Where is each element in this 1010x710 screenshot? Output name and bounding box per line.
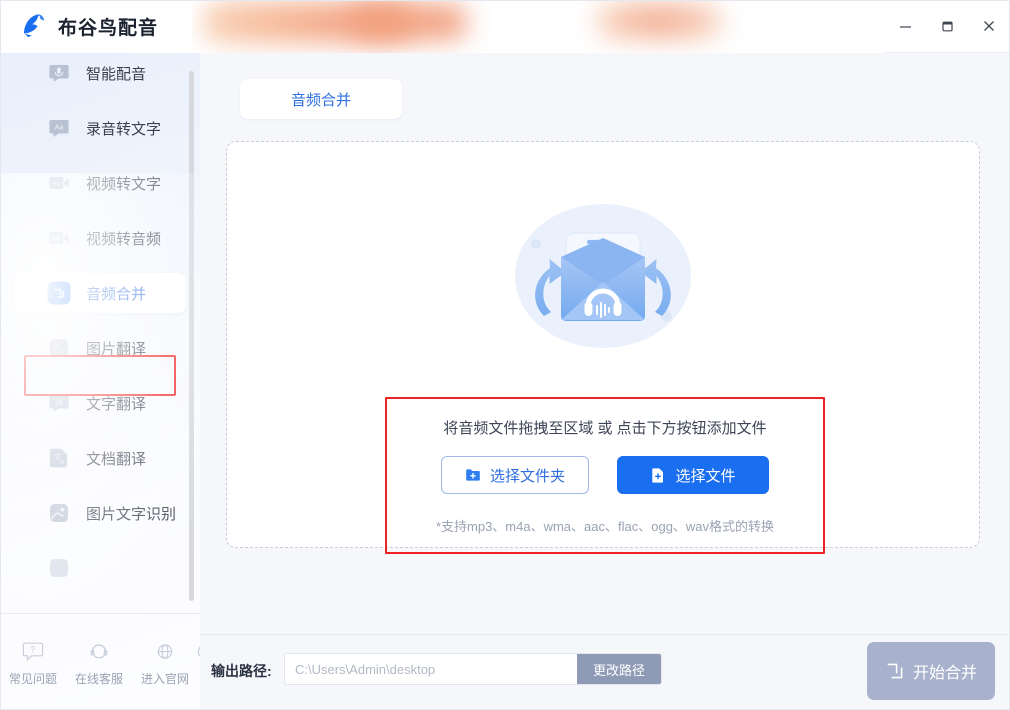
sidebar-nav: 智能配音 Aa 录音转文字 Aa 视频转文字 视频转音频 音频合并 文 A 图片… bbox=[0, 53, 200, 608]
svg-text:Aa: Aa bbox=[55, 122, 64, 131]
output-path-group: 更改路径 bbox=[284, 653, 662, 685]
maximize-icon bbox=[941, 20, 954, 33]
sidebar-item-clipped[interactable] bbox=[14, 548, 186, 588]
sidebar-item-video-to-text[interactable]: Aa 视频转文字 bbox=[14, 163, 186, 203]
maximize-button[interactable] bbox=[926, 9, 968, 43]
svg-text:Aa: Aa bbox=[52, 180, 60, 187]
cta-block: 将音频文件拖拽至区域 或 点击下方按钮添加文件 选择文件夹 选择文件 *支持mp… bbox=[387, 399, 823, 552]
dropzone-buttons: 选择文件夹 选择文件 bbox=[441, 456, 769, 494]
blur-smudge-3 bbox=[597, 3, 722, 38]
sidebar-divider bbox=[0, 613, 200, 614]
application-window: 布谷鸟配音 智能配音 Aa 录音转文字 Aa 视频转文字 视频转音频 音频合并 … bbox=[0, 0, 1010, 710]
sidebar-item-label: 文档翻译 bbox=[86, 450, 147, 468]
supported-formats-note: *支持mp3、m4a、wma、aac、flac、ogg、wav格式的转换 bbox=[435, 519, 775, 534]
footer-item-official-site[interactable]: 进入官网 bbox=[132, 639, 198, 687]
svg-text:?: ? bbox=[30, 645, 35, 655]
audio-merge-illustration-icon bbox=[503, 198, 703, 358]
aa-bubble-icon: Aa bbox=[46, 115, 72, 141]
tab-audio-merge[interactable]: 音频合并 bbox=[240, 79, 402, 119]
sidebar-item-text-translate[interactable]: 译 文字翻译 bbox=[14, 383, 186, 423]
change-path-button[interactable]: 更改路径 bbox=[577, 654, 661, 684]
footer-item-faq[interactable]: ? 常见问题 bbox=[0, 639, 66, 687]
footer-item-label: 进入官网 bbox=[140, 672, 189, 686]
mic-bubble-icon bbox=[46, 60, 72, 86]
aa-video-icon: Aa bbox=[46, 170, 72, 196]
choose-file-button[interactable]: 选择文件 bbox=[617, 456, 769, 494]
tab-bar: 音频合并 bbox=[240, 79, 402, 119]
choose-folder-button[interactable]: 选择文件夹 bbox=[441, 456, 589, 494]
folder-plus-icon bbox=[465, 467, 481, 483]
sidebar-item-label: 音频合并 bbox=[86, 285, 147, 303]
question-bubble-icon: ? bbox=[20, 639, 46, 665]
sidebar-item-video-to-audio[interactable]: 视频转音频 bbox=[14, 218, 186, 258]
blurred-title-region bbox=[192, 0, 884, 53]
brand-area: 布谷鸟配音 bbox=[0, 0, 192, 53]
minimize-icon bbox=[899, 20, 912, 33]
image-translate-icon: 文 A bbox=[46, 335, 72, 361]
main-content: 音频合并 将音频文件拖拽至区域 或 点击下方按钮添加文件 选择文件夹 选择文件 … bbox=[200, 53, 1010, 710]
svg-text:译: 译 bbox=[55, 398, 63, 407]
headset-icon bbox=[86, 639, 112, 665]
cuckoo-bird-logo-icon bbox=[18, 11, 48, 41]
doc-translate-icon: 文 A bbox=[46, 445, 72, 471]
blur-smudge-2 bbox=[352, 3, 467, 40]
sidebar-item-document-translate[interactable]: 文 A 文档翻译 bbox=[14, 438, 186, 478]
output-path-input[interactable] bbox=[285, 654, 577, 684]
sidebar-footer: ? 常见问题 在线客服 进入官网 bbox=[0, 625, 200, 710]
merge-icon bbox=[46, 280, 72, 306]
sidebar-item-label: 图片翻译 bbox=[86, 340, 147, 358]
footer-item-online-support[interactable]: 在线客服 bbox=[66, 639, 132, 687]
sidebar-item-label: 录音转文字 bbox=[86, 120, 162, 138]
footer-item-label: 常见问题 bbox=[8, 672, 57, 686]
sidebar-item-image-translate[interactable]: 文 A 图片翻译 bbox=[14, 328, 186, 368]
close-icon bbox=[982, 19, 996, 33]
sidebar: 智能配音 Aa 录音转文字 Aa 视频转文字 视频转音频 音频合并 文 A 图片… bbox=[0, 53, 200, 710]
annotation-box-cta: 将音频文件拖拽至区域 或 点击下方按钮添加文件 选择文件夹 选择文件 *支持mp… bbox=[385, 397, 825, 554]
sidebar-item-label: 智能配音 bbox=[86, 65, 147, 83]
waveform-video-icon bbox=[46, 225, 72, 251]
sidebar-item-smart-dubbing[interactable]: 智能配音 bbox=[14, 53, 186, 93]
choose-file-label: 选择文件 bbox=[675, 467, 736, 485]
sidebar-item-audio-merge[interactable]: 音频合并 bbox=[14, 273, 186, 313]
close-button[interactable] bbox=[968, 9, 1010, 43]
clipped-item-icon bbox=[46, 555, 72, 581]
start-merge-label: 开始合并 bbox=[912, 665, 977, 682]
file-dropzone[interactable]: 将音频文件拖拽至区域 或 点击下方按钮添加文件 选择文件夹 选择文件 *支持mp… bbox=[226, 141, 980, 554]
window-controls bbox=[884, 0, 1010, 53]
image-ocr-icon bbox=[46, 500, 72, 526]
bottom-bar: 输出路径: 更改路径 开始合并 bbox=[200, 634, 1010, 710]
sidebar-scrollbar[interactable] bbox=[189, 71, 194, 601]
output-path-label: 输出路径: bbox=[211, 663, 272, 679]
footer-item-label: 在线客服 bbox=[74, 672, 123, 686]
globe-icon bbox=[152, 639, 178, 665]
sidebar-item-audio-to-text[interactable]: Aa 录音转文字 bbox=[14, 108, 186, 148]
sidebar-item-label: 视频转音频 bbox=[86, 230, 162, 248]
file-plus-icon bbox=[650, 467, 666, 483]
sidebar-item-label: 文字翻译 bbox=[86, 395, 147, 413]
merge-icon bbox=[885, 661, 905, 681]
sidebar-item-image-ocr[interactable]: 图片文字识别 bbox=[14, 493, 186, 533]
minimize-button[interactable] bbox=[884, 9, 926, 43]
sidebar-item-label: 视频转文字 bbox=[86, 175, 162, 193]
title-bar: 布谷鸟配音 bbox=[0, 0, 1010, 53]
tab-label: 音频合并 bbox=[290, 91, 351, 109]
change-path-label: 更改路径 bbox=[592, 662, 645, 678]
app-title: 布谷鸟配音 bbox=[58, 17, 159, 39]
choose-folder-label: 选择文件夹 bbox=[489, 467, 565, 485]
dropzone-hint: 将音频文件拖拽至区域 或 点击下方按钮添加文件 bbox=[443, 420, 767, 437]
sidebar-item-label: 图片文字识别 bbox=[86, 505, 177, 523]
svg-text:A: A bbox=[60, 460, 64, 466]
text-translate-bubble-icon: 译 bbox=[46, 390, 72, 416]
start-merge-button[interactable]: 开始合并 bbox=[867, 642, 995, 700]
